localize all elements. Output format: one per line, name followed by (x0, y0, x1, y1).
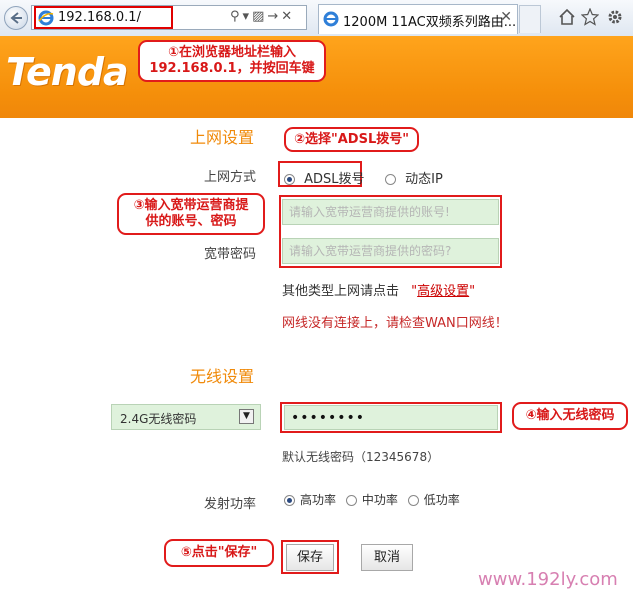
radio-power-low[interactable]: 低功率 (407, 493, 460, 507)
quote-close: " (469, 284, 476, 299)
watermark: www.192ly.com (478, 569, 618, 590)
wireless-section-title: 无线设置 (190, 367, 255, 386)
wireless-password-select[interactable]: 2.4G无线密码 ▼ (111, 404, 261, 430)
radio-power-high-dot[interactable] (284, 495, 295, 506)
default-wireless-hint: 默认无线密码（12345678） (282, 450, 440, 464)
wireless-select-value: 2.4G无线密码 (120, 412, 197, 426)
back-arrow-icon (10, 12, 22, 24)
refresh-x-icon: ✕ (281, 9, 296, 24)
address-bar[interactable]: 192.168.0.1/ ⚲▾▨→✕ (31, 5, 307, 30)
radio-dhcp-label: 动态IP (405, 172, 443, 187)
tab-close-icon[interactable]: ✕ (500, 9, 512, 25)
callout-step1-line1: ①在浏览器地址栏输入 (167, 45, 296, 60)
radio-power-low-dot[interactable] (407, 495, 419, 506)
radio-power-mid-dot[interactable] (345, 495, 357, 506)
other-types-text: 其他类型上网请点击 (282, 284, 400, 299)
new-tab-button[interactable] (519, 5, 541, 33)
ie-tab-icon (323, 11, 339, 27)
password-label: 宽带密码 (204, 247, 257, 262)
radio-power-mid-label: 中功率 (361, 493, 398, 507)
tx-power-label: 发射功率 (204, 497, 257, 512)
dropdown-icon: ▾ (242, 9, 253, 24)
callout-step3: ③输入宽带运营商提 供的账号、密码 (117, 193, 265, 235)
address-bar-icons[interactable]: ⚲▾▨→✕ (230, 9, 295, 24)
radio-power-low-label: 低功率 (423, 493, 460, 507)
callout-step1: ①在浏览器地址栏输入 192.168.0.1，并按回车键 (138, 40, 326, 82)
radio-adsl-dot[interactable] (284, 174, 295, 185)
callout-step4: ④输入无线密码 (512, 402, 628, 430)
radio-power-high[interactable]: 高功率 (284, 493, 336, 507)
go-arrow-icon: → (267, 9, 282, 24)
wan-status-text: 网线没有连接上，请检查WAN口网线！ (282, 316, 508, 331)
wireless-password-input[interactable]: •••••••• (284, 405, 498, 430)
address-url[interactable]: 192.168.0.1/ (58, 10, 141, 25)
password-input[interactable]: 请输入宽带运营商提供的密码? (282, 238, 499, 264)
compat-icon: ▨ (252, 9, 268, 24)
internet-section-title: 上网设置 (190, 128, 255, 147)
callout-step1-line2: 192.168.0.1，并按回车键 (149, 61, 315, 76)
internet-mode-label: 上网方式 (204, 170, 257, 185)
back-button[interactable] (4, 6, 28, 30)
tx-power-options: 高功率 中功率 低功率 (284, 491, 460, 508)
other-types-line: 其他类型上网请点击 "高级设置" (282, 280, 475, 299)
ie-logo-icon (38, 10, 54, 26)
save-button[interactable]: 保存 (286, 544, 334, 571)
cancel-button[interactable]: 取消 (361, 544, 413, 571)
favorites-star-icon[interactable] (581, 8, 599, 26)
account-input[interactable]: 请输入宽带运营商提供的账号! (282, 199, 499, 225)
tenda-logo: Tenda (6, 50, 129, 94)
radio-adsl-label: ADSL拨号 (304, 172, 365, 187)
radio-power-mid[interactable]: 中功率 (345, 493, 398, 507)
callout-step2: ②选择"ADSL拨号" (284, 127, 419, 152)
select-dropdown-icon[interactable]: ▼ (239, 409, 254, 424)
callout-step3-line1: ③输入宽带运营商提 (133, 198, 249, 213)
advanced-settings-link[interactable]: 高级设置 (417, 284, 469, 299)
home-icon[interactable] (558, 8, 576, 26)
callout-step3-line2: 供的账号、密码 (145, 214, 237, 229)
radio-power-high-label: 高功率 (300, 493, 337, 507)
callout-step5: ⑤点击"保存" (164, 539, 274, 567)
radio-dhcp[interactable]: 动态IP (385, 168, 443, 187)
radio-dhcp-dot[interactable] (385, 174, 396, 185)
tab-router-page[interactable]: 1200M 11AC双频系列路由... ✕ (318, 4, 518, 34)
tab-title: 1200M 11AC双频系列路由... (343, 15, 517, 30)
search-icon: ⚲ (230, 9, 243, 24)
settings-gear-icon[interactable] (606, 8, 624, 26)
radio-adsl[interactable]: ADSL拨号 (284, 168, 365, 187)
